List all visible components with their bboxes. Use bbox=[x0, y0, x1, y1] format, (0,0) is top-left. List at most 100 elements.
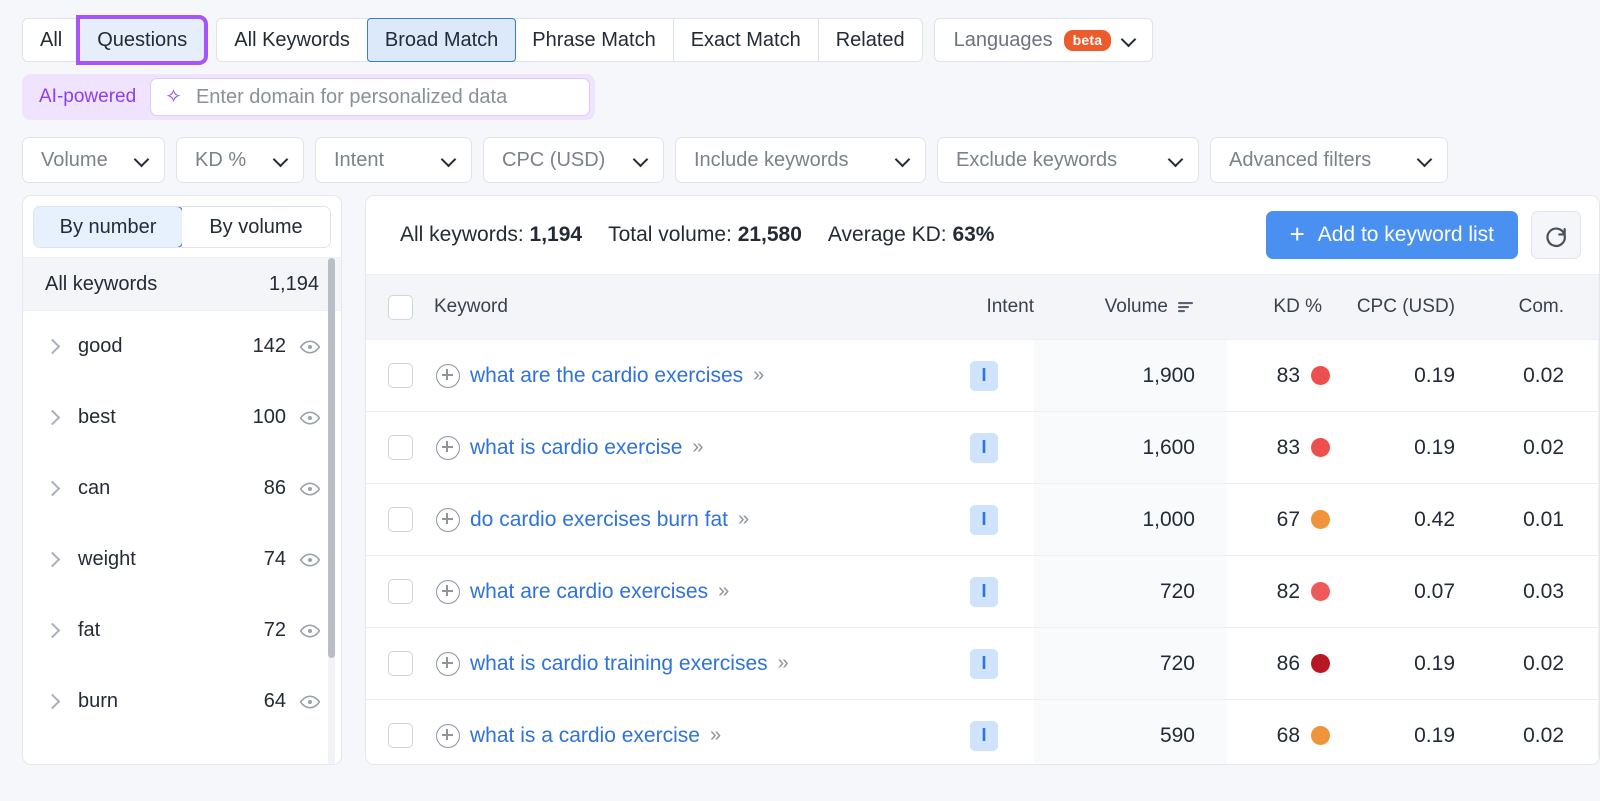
refresh-icon bbox=[1543, 222, 1569, 248]
open-keyword-overview-icon[interactable]: » bbox=[718, 580, 727, 603]
intent-badge[interactable]: I bbox=[970, 721, 998, 751]
eye-icon[interactable] bbox=[299, 691, 321, 713]
sidebar-item-weight[interactable]: weight 74 bbox=[23, 524, 341, 595]
eye-icon[interactable] bbox=[299, 620, 321, 642]
cell-cpc: 0.19 bbox=[1342, 412, 1477, 484]
open-keyword-overview-icon[interactable]: » bbox=[710, 724, 719, 747]
chevron-down-icon bbox=[135, 153, 149, 167]
add-keyword-icon[interactable] bbox=[436, 652, 460, 676]
keyword-link[interactable]: what is cardio training exercises bbox=[470, 652, 768, 676]
chevron-right-icon[interactable] bbox=[39, 554, 65, 565]
row-checkbox[interactable] bbox=[388, 579, 413, 604]
chevron-right-icon[interactable] bbox=[39, 625, 65, 636]
chevron-right-icon[interactable] bbox=[39, 696, 65, 707]
intent-badge[interactable]: I bbox=[970, 433, 998, 463]
table-row[interactable]: what is cardio training exercises » I 72… bbox=[366, 628, 1600, 700]
table-row[interactable]: do cardio exercises burn fat » I 1,000 6… bbox=[366, 484, 1600, 556]
stat-all-keywords-value: 1,194 bbox=[530, 223, 583, 246]
intent-badge[interactable]: I bbox=[970, 361, 998, 391]
sidebar-item-all-keywords[interactable]: All keywords 1,194 bbox=[23, 257, 341, 311]
table-row[interactable]: what is a cardio exercise » I 590 68 0.1… bbox=[366, 700, 1600, 766]
cpc-value: 0.19 bbox=[1414, 364, 1455, 388]
eye-icon[interactable] bbox=[299, 478, 321, 500]
keyword-link[interactable]: what is cardio exercise bbox=[470, 436, 682, 460]
th-intent[interactable]: Intent bbox=[934, 275, 1034, 340]
ai-domain-input-wrapper[interactable]: ✧ bbox=[150, 78, 590, 116]
ai-domain-input[interactable] bbox=[194, 85, 575, 110]
th-com[interactable]: Com. bbox=[1477, 275, 1580, 340]
select-all-checkbox[interactable] bbox=[388, 295, 413, 320]
th-keyword[interactable]: Keyword bbox=[434, 275, 934, 340]
sidebar-item-best[interactable]: best 100 bbox=[23, 382, 341, 453]
add-keyword-icon[interactable] bbox=[436, 580, 460, 604]
sidebar-item-fat[interactable]: fat 72 bbox=[23, 595, 341, 666]
sidebar-item-good[interactable]: good 142 bbox=[23, 311, 341, 382]
filter-volume[interactable]: Volume bbox=[22, 137, 165, 183]
keyword-link[interactable]: what are cardio exercises bbox=[470, 580, 708, 604]
row-checkbox[interactable] bbox=[388, 435, 413, 460]
open-keyword-overview-icon[interactable]: » bbox=[738, 508, 747, 531]
tab-questions[interactable]: Questions bbox=[80, 19, 204, 61]
chevron-right-icon[interactable] bbox=[39, 483, 65, 494]
th-sf[interactable]: SF bbox=[1580, 275, 1600, 340]
th-volume[interactable]: Volume bbox=[1034, 275, 1227, 340]
add-to-keyword-list-button[interactable]: + Add to keyword list bbox=[1266, 211, 1518, 259]
sidebar-item-can[interactable]: can 86 bbox=[23, 453, 341, 524]
th-kd[interactable]: KD % bbox=[1227, 275, 1342, 340]
chevron-right-icon[interactable] bbox=[39, 341, 65, 352]
tab-all[interactable]: All bbox=[23, 19, 80, 61]
cell-keyword: what are cardio exercises » bbox=[434, 556, 934, 628]
filter-kd[interactable]: KD % bbox=[176, 137, 304, 183]
tab-exact-match[interactable]: Exact Match bbox=[674, 19, 819, 61]
group-label: good bbox=[65, 335, 253, 358]
sidebar-scrollbar-thumb[interactable] bbox=[328, 258, 335, 658]
kd-difficulty-dot bbox=[1311, 726, 1330, 745]
refresh-button[interactable] bbox=[1531, 211, 1581, 259]
filter-include-keywords-label: Include keywords bbox=[694, 149, 849, 172]
row-checkbox[interactable] bbox=[388, 651, 413, 676]
kd-difficulty-dot bbox=[1311, 438, 1330, 457]
filter-intent[interactable]: Intent bbox=[315, 137, 472, 183]
add-keyword-icon[interactable] bbox=[436, 364, 460, 388]
add-keyword-icon[interactable] bbox=[436, 724, 460, 748]
open-keyword-overview-icon[interactable]: » bbox=[753, 364, 762, 387]
intent-badge[interactable]: I bbox=[970, 505, 998, 535]
keyword-link[interactable]: what are the cardio exercises bbox=[470, 364, 743, 388]
filter-exclude-keywords[interactable]: Exclude keywords bbox=[937, 137, 1199, 183]
row-checkbox[interactable] bbox=[388, 507, 413, 532]
tab-phrase-match[interactable]: Phrase Match bbox=[515, 19, 673, 61]
sort-by-number-button[interactable]: By number bbox=[33, 206, 183, 248]
sort-icon[interactable] bbox=[1177, 299, 1195, 315]
eye-icon[interactable] bbox=[299, 549, 321, 571]
tab-all-keywords[interactable]: All Keywords bbox=[217, 19, 368, 61]
primary-tab-group: All Questions bbox=[22, 18, 205, 62]
tab-related[interactable]: Related bbox=[819, 19, 922, 61]
open-keyword-overview-icon[interactable]: » bbox=[778, 652, 787, 675]
row-checkbox[interactable] bbox=[388, 723, 413, 748]
table-row[interactable]: what is cardio exercise » I 1,600 83 0.1… bbox=[366, 412, 1600, 484]
add-keyword-icon[interactable] bbox=[436, 436, 460, 460]
filter-advanced[interactable]: Advanced filters bbox=[1210, 137, 1448, 183]
sort-by-volume-button[interactable]: By volume bbox=[182, 207, 330, 247]
filter-cpc[interactable]: CPC (USD) bbox=[483, 137, 664, 183]
eye-icon[interactable] bbox=[299, 407, 321, 429]
table-row[interactable]: what are cardio exercises » I 720 82 0.0… bbox=[366, 556, 1600, 628]
languages-dropdown[interactable]: Languages beta bbox=[934, 18, 1154, 62]
table-row[interactable]: what are the cardio exercises » I 1,900 … bbox=[366, 340, 1600, 412]
add-keyword-icon[interactable] bbox=[436, 508, 460, 532]
stat-total-volume-value: 21,580 bbox=[738, 223, 802, 246]
eye-icon[interactable] bbox=[299, 336, 321, 358]
row-checkbox[interactable] bbox=[388, 363, 413, 388]
filter-include-keywords[interactable]: Include keywords bbox=[675, 137, 926, 183]
chevron-right-icon[interactable] bbox=[39, 412, 65, 423]
tab-broad-match[interactable]: Broad Match bbox=[367, 18, 516, 62]
sidebar-all-keywords-label: All keywords bbox=[45, 273, 157, 296]
sidebar-item-burn[interactable]: burn 64 bbox=[23, 666, 341, 737]
intent-badge[interactable]: I bbox=[970, 577, 998, 607]
open-keyword-overview-icon[interactable]: » bbox=[692, 436, 701, 459]
volume-value: 590 bbox=[1160, 724, 1195, 748]
keyword-link[interactable]: do cardio exercises burn fat bbox=[470, 508, 728, 532]
th-cpc[interactable]: CPC (USD) bbox=[1342, 275, 1477, 340]
keyword-link[interactable]: what is a cardio exercise bbox=[470, 724, 700, 748]
intent-badge[interactable]: I bbox=[970, 649, 998, 679]
